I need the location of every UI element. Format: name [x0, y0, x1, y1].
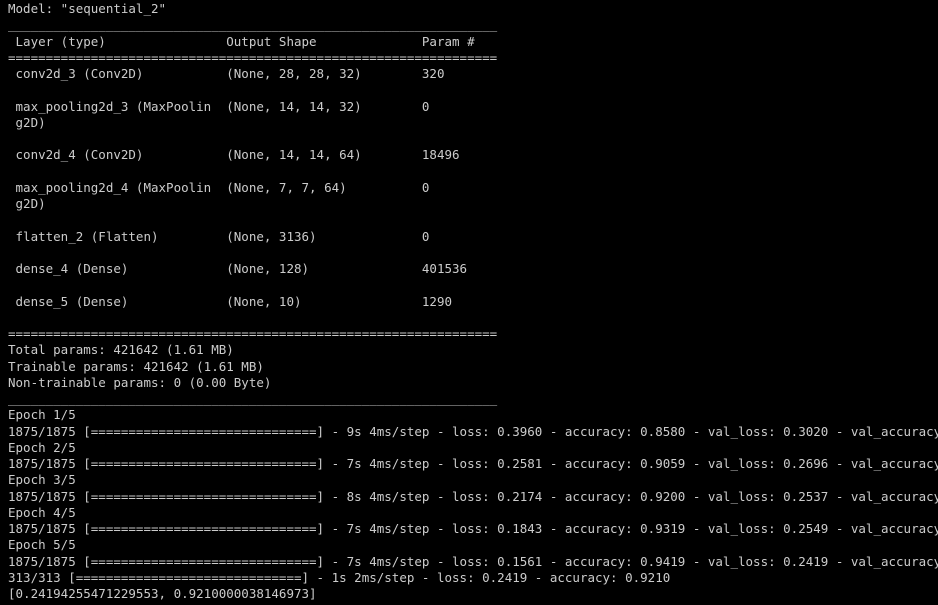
- layer-row-line: conv2d_3 (Conv2D) (None, 28, 28, 32) 320: [8, 66, 498, 81]
- layer-row-line: conv2d_4 (Conv2D) (None, 14, 14, 64) 184…: [8, 147, 498, 163]
- summary-layer-rows: conv2d_3 (Conv2D) (None, 28, 28, 32) 320…: [8, 66, 938, 326]
- layer-row-line: dense_4 (Dense) (None, 128) 401536: [8, 261, 498, 276]
- evaluation-progress: 313/313 [==============================]…: [8, 569, 671, 585]
- layer-row-line: g2D): [8, 114, 498, 130]
- trainable-params: Trainable params: 421642 (1.61 MB): [8, 358, 264, 374]
- layer-row: max_pooling2d_3 (MaxPoolin (None, 14, 14…: [8, 99, 938, 132]
- training-log: Epoch 1/5 1875/1875 [====================…: [8, 407, 938, 570]
- layer-row-line: flatten_2 (Flatten) (None, 3136) 0: [8, 228, 498, 244]
- layer-row: dense_4 (Dense) (None, 128) 401536: [8, 261, 938, 277]
- layer-row-line: g2D): [8, 196, 498, 211]
- layer-row-line: dense_5 (Dense) (None, 10) 1290: [8, 293, 498, 309]
- total-params: Total params: 421642 (1.61 MB): [8, 342, 234, 358]
- epoch-progress-line: 1875/1875 [=============================…: [8, 521, 938, 536]
- epoch-label: Epoch 5/5: [8, 537, 76, 553]
- console-output: Model: "sequential_2" __________________…: [0, 0, 938, 605]
- non-trainable-params: Non-trainable params: 0 (0.00 Byte): [8, 374, 272, 390]
- summary-rule-double: ========================================…: [8, 49, 498, 65]
- epoch-label: Epoch 2/5: [8, 439, 76, 455]
- epoch-progress-line: 1875/1875 [=============================…: [8, 553, 938, 569]
- epoch-progress-line: 1875/1875 [=============================…: [8, 423, 938, 439]
- epoch-label: Epoch 3/5: [8, 472, 76, 488]
- epoch-label: Epoch 1/5: [8, 407, 76, 423]
- layer-row-line: max_pooling2d_3 (MaxPoolin (None, 14, 14…: [8, 98, 498, 114]
- layer-row: conv2d_3 (Conv2D) (None, 28, 28, 32) 320: [8, 66, 938, 82]
- layer-row: dense_5 (Dense) (None, 10) 1290: [8, 294, 938, 310]
- summary-rule-double-end: ========================================…: [8, 326, 498, 341]
- evaluation-result: [0.24194255471229553, 0.9210000038146973…: [8, 586, 317, 601]
- epoch-progress-line: 1875/1875 [=============================…: [8, 456, 938, 471]
- layer-row-line: max_pooling2d_4 (MaxPoolin (None, 7, 7, …: [8, 179, 498, 195]
- epoch-progress-line: 1875/1875 [=============================…: [8, 488, 938, 504]
- model-name-line: Model: "sequential_2": [8, 1, 167, 16]
- layer-row: conv2d_4 (Conv2D) (None, 14, 14, 64) 184…: [8, 147, 938, 163]
- summary-rule-bottom: ________________________________________…: [8, 391, 498, 406]
- layer-row: flatten_2 (Flatten) (None, 3136) 0: [8, 229, 938, 245]
- epoch-label: Epoch 4/5: [8, 504, 76, 520]
- summary-column-header: Layer (type) Output Shape Param #: [8, 33, 498, 49]
- layer-row: max_pooling2d_4 (MaxPoolin (None, 7, 7, …: [8, 180, 938, 213]
- summary-rule-top: ________________________________________…: [8, 17, 498, 33]
